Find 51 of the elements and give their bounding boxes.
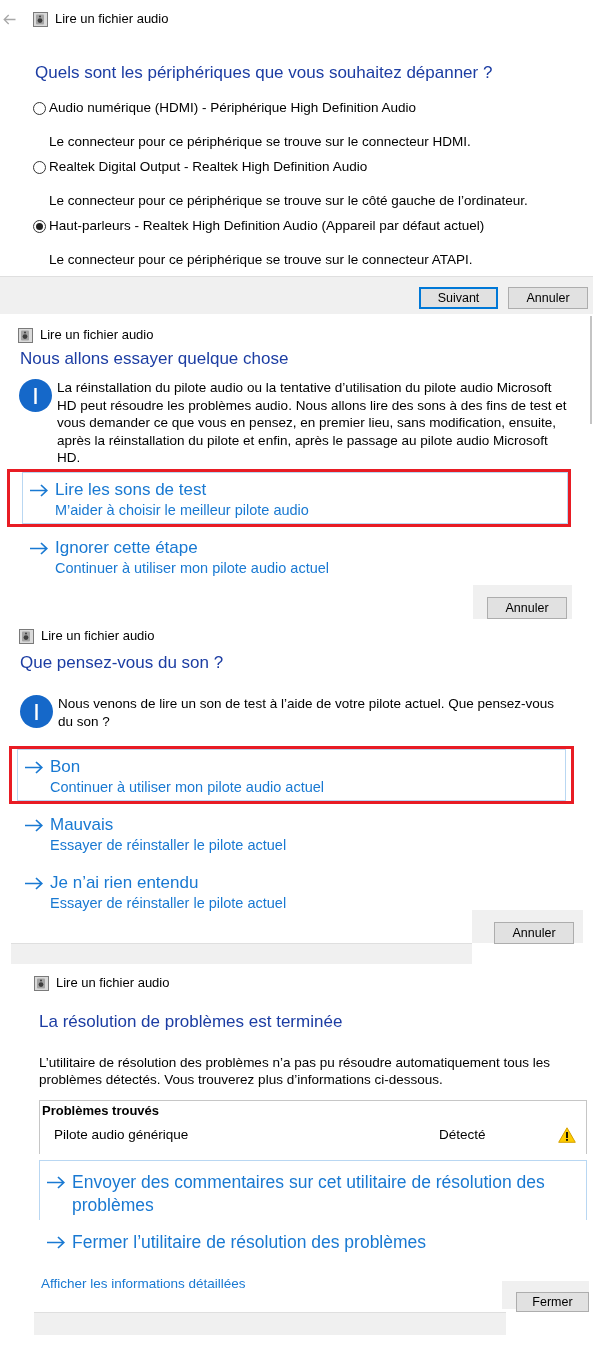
warning-icon xyxy=(558,1126,576,1143)
window-title: Lire un fichier audio xyxy=(40,326,154,344)
command-link[interactable]: Lire les sons de test M’aider à choisir le meilleur pilote audio xyxy=(22,472,568,524)
radio-label[interactable]: Audio numérique (HDMI) - Périphérique High Definition Audio xyxy=(49,99,416,117)
page-heading: Que pensez-vous du son ? xyxy=(20,652,224,674)
command-link[interactable]: Mauvais Essayer de réinstaller le pilote actuel xyxy=(17,807,296,859)
arrow-icon xyxy=(30,541,48,555)
device-description: Le connecteur pour ce périphérique se trouve sur le connecteur HDMI. xyxy=(49,133,471,151)
scrollbar-thumb[interactable] xyxy=(590,316,592,424)
speaker-icon xyxy=(34,975,49,991)
window-title: Lire un fichier audio xyxy=(41,627,155,645)
dialog-button[interactable]: Annuler xyxy=(508,287,588,309)
window-title: Lire un fichier audio xyxy=(56,974,170,992)
dialog-button[interactable]: Suivant xyxy=(419,287,498,309)
info-text: La réinstallation du pilote audio ou la tentative d’utilisation du pilote audio Microsoft HD peut résoudre les problèmes audio. Nous allons lire des sons à des fins de test et vous demander ce que vous en pensez, en premier lieu, sans modification, ensuite, après la réinstallation du pilote et enfin, après le passage au pilote audio Microsoft HD. xyxy=(57,379,567,467)
arrow-icon xyxy=(47,1236,65,1249)
arrow-icon xyxy=(25,760,43,774)
command-link[interactable]: Je n’ai rien entendu Essayer de réinstaller le pilote actuel xyxy=(17,865,296,917)
radio-button[interactable] xyxy=(33,219,46,233)
details-link[interactable]: Afficher les informations détaillées xyxy=(41,1276,246,1292)
result-message: L’utilitaire de résolution des problèmes n’a pas pu résoudre automatiquement tous les problèmes détectés. Vous trouverez plus d’informations ci-dessous. xyxy=(39,1054,552,1088)
radio-button[interactable] xyxy=(33,160,46,174)
device-description: Le connecteur pour ce périphérique se trouve sur le côté gauche de l’ordinateur. xyxy=(49,192,528,210)
speaker-icon xyxy=(33,11,48,27)
page-heading: Quels sont les périphériques que vous souhaitez dépanner ? xyxy=(35,62,493,84)
problem-status: Détecté xyxy=(439,1126,486,1143)
page-heading: Nous allons essayer quelque chose xyxy=(20,348,289,370)
radio-label[interactable]: Realtek Digital Output - Realtek High Definition Audio xyxy=(49,158,368,176)
radio-button[interactable] xyxy=(33,101,46,115)
arrow-icon xyxy=(25,876,43,890)
device-description: Le connecteur pour ce périphérique se trouve sur le connecteur ATAPI. xyxy=(49,251,473,269)
problem-name: Pilote audio générique xyxy=(54,1126,189,1143)
window-title: Lire un fichier audio xyxy=(55,10,169,28)
speaker-icon xyxy=(19,628,34,644)
command-link[interactable]: Bon Continuer à utiliser mon pilote audio actuel xyxy=(17,749,566,801)
command-link[interactable]: Envoyer des commentaires sur cet utilitaire de résolution des problèmes xyxy=(39,1160,587,1220)
info-text: Nous venons de lire un son de test à l’aide de votre pilote actuel. Que pensez-vous du son ? xyxy=(58,695,556,730)
info-icon xyxy=(20,695,53,728)
dialog-button[interactable]: Annuler xyxy=(494,922,574,945)
page-heading: La résolution de problèmes est terminée xyxy=(39,1011,343,1033)
arrow-icon xyxy=(30,483,48,497)
dialog-button[interactable]: Annuler xyxy=(487,597,567,620)
info-icon xyxy=(19,379,52,412)
command-link[interactable]: Fermer l’utilitaire de résolution des problèmes xyxy=(39,1220,436,1257)
arrow-icon xyxy=(47,1176,65,1189)
radio-label[interactable]: Haut-parleurs - Realtek High Definition Audio (Appareil par défaut actuel) xyxy=(49,217,485,235)
dialog-button[interactable]: Fermer xyxy=(516,1292,589,1312)
arrow-icon xyxy=(25,818,43,832)
speaker-icon xyxy=(18,327,33,343)
command-link[interactable]: Ignorer cette étape Continuer à utiliser mon pilote audio actuel xyxy=(22,530,339,582)
table-heading: Problèmes trouvés xyxy=(42,1102,160,1119)
